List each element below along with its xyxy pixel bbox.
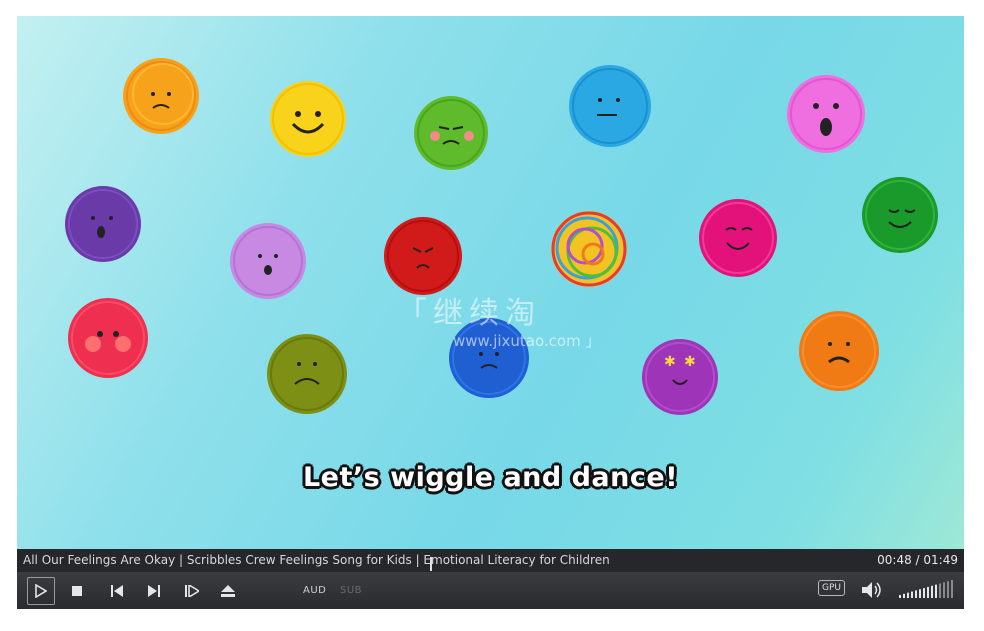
volume-bar[interactable]	[947, 581, 949, 598]
next-button[interactable]	[141, 578, 167, 604]
watermark-text: 「继续淘	[397, 296, 541, 331]
skip-forward-icon	[148, 585, 160, 597]
stop-button[interactable]	[64, 578, 90, 604]
volume-bar[interactable]	[903, 593, 905, 598]
video-frame[interactable]: ✱ ✱ 「继续淘 www.jixutao.com 」 Let’s wiggle …	[17, 16, 964, 549]
svg-text:✱: ✱	[684, 354, 696, 370]
svg-text:✱: ✱	[664, 354, 676, 370]
volume-bar[interactable]	[911, 591, 913, 598]
volume-slider[interactable]	[899, 580, 955, 598]
red-angry-face	[384, 217, 462, 295]
media-title: All Our Feelings Are Okay | Scribbles Cr…	[23, 553, 610, 567]
volume-bar[interactable]	[951, 580, 953, 598]
volume-bar[interactable]	[907, 592, 909, 598]
volume-bar[interactable]	[935, 584, 937, 598]
gpu-toggle-button[interactable]: GPU	[818, 580, 845, 596]
multicolor-tangled-face	[551, 211, 627, 287]
pink-surprised-face	[787, 75, 865, 153]
audio-track-button[interactable]: AUD	[303, 585, 326, 596]
olive-sad-face	[267, 334, 347, 414]
play-icon	[35, 584, 47, 598]
eject-icon	[221, 585, 235, 597]
volume-bar[interactable]	[943, 582, 945, 598]
orange-worried-face-right	[799, 311, 879, 391]
play-button[interactable]	[27, 577, 55, 605]
yellow-happy-face	[270, 81, 346, 157]
red-blushing-face	[68, 298, 148, 378]
green-annoyed-face	[414, 96, 488, 170]
text-cursor	[430, 557, 432, 571]
volume-icon[interactable]	[862, 581, 882, 599]
skip-back-icon	[111, 585, 123, 597]
previous-button[interactable]	[104, 578, 130, 604]
control-bar: AUD SUB GPU	[17, 572, 964, 609]
info-bar: All Our Feelings Are Okay | Scribbles Cr…	[17, 549, 964, 572]
orange-worried-face	[123, 58, 199, 134]
volume-bar[interactable]	[915, 590, 917, 598]
eject-button[interactable]	[215, 578, 241, 604]
volume-bar[interactable]	[927, 586, 929, 598]
blue-neutral-face	[569, 65, 651, 147]
watermark-url: www.jixutao.com 」	[453, 332, 601, 350]
volume-bar[interactable]	[931, 585, 933, 598]
volume-bar[interactable]	[919, 589, 921, 598]
purple-starry-eyes-face: ✱ ✱	[642, 339, 718, 415]
subtitle-caption: Let’s wiggle and dance!	[302, 462, 679, 493]
green-calm-face	[862, 177, 938, 253]
media-player: ✱ ✱ 「继续淘 www.jixutao.com 」 Let’s wiggle …	[17, 16, 964, 609]
lavender-shocked-face	[230, 223, 306, 299]
volume-bar[interactable]	[899, 595, 901, 598]
time-display: 00:48 / 01:49	[877, 553, 958, 567]
magenta-smiling-face	[699, 199, 777, 277]
stop-icon	[72, 586, 82, 596]
volume-bar[interactable]	[939, 583, 941, 598]
purple-scared-face	[65, 186, 141, 262]
subtitle-track-button[interactable]: SUB	[340, 585, 362, 596]
volume-bar[interactable]	[923, 588, 925, 598]
frame-step-button[interactable]	[179, 578, 205, 604]
frame-step-icon	[185, 585, 199, 597]
